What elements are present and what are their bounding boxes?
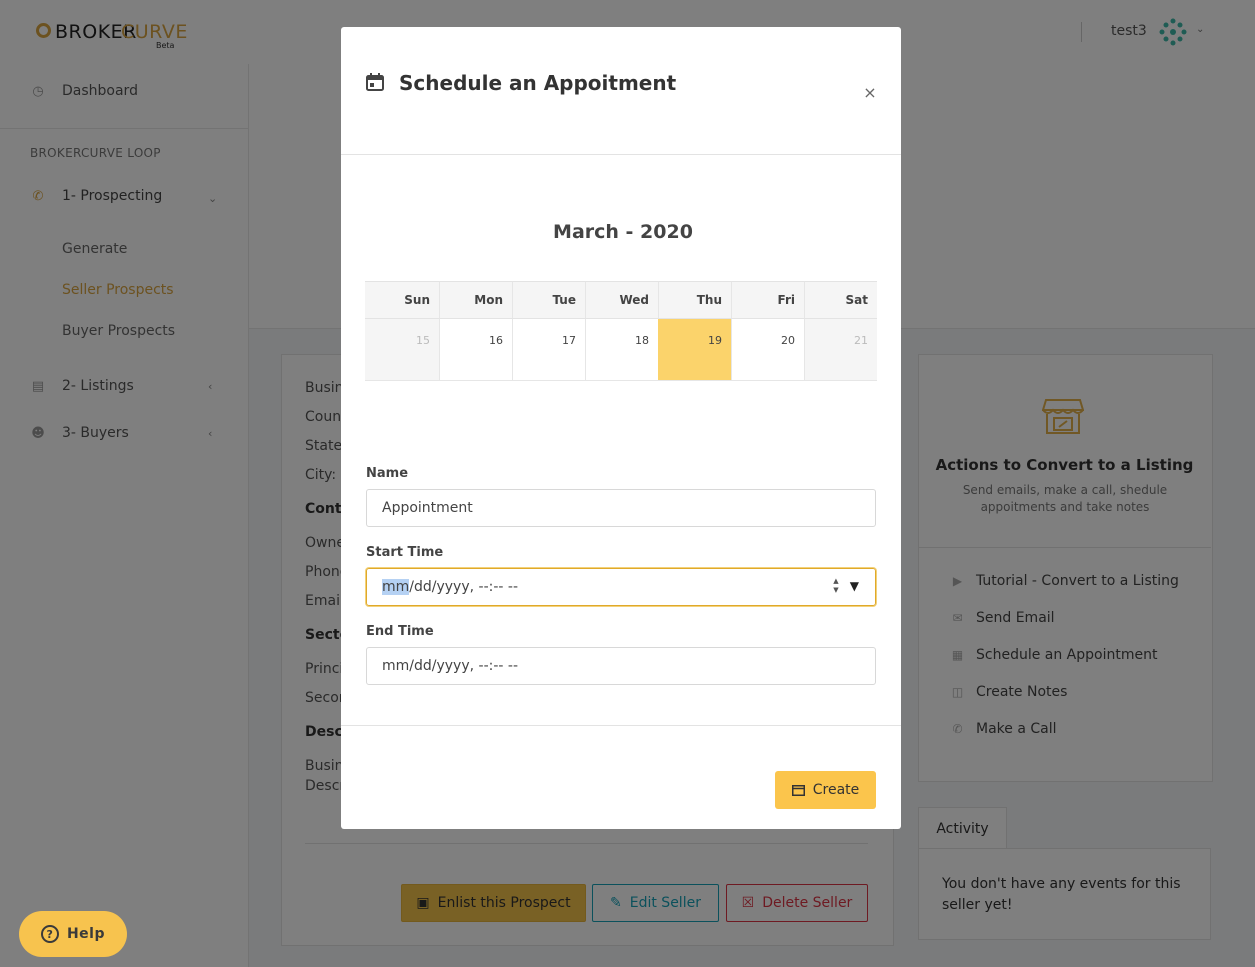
name-label: Name: [366, 466, 409, 481]
weekday-header: Thu: [658, 281, 731, 319]
calendar-icon: [366, 73, 384, 91]
week-calendar: Sun Mon Tue Wed Thu Fri Sat 15 16 17 18 …: [365, 281, 877, 382]
close-icon[interactable]: ×: [863, 83, 877, 102]
help-label: Help: [66, 926, 106, 942]
weekday-header: Mon: [439, 281, 512, 319]
create-button[interactable]: Create: [775, 771, 876, 809]
end-time-value: mm/dd/yyyy, --:-- --: [382, 658, 519, 674]
name-input[interactable]: Appointment: [366, 489, 876, 527]
calendar-day[interactable]: 15: [365, 319, 439, 381]
calendar-day[interactable]: 16: [439, 319, 512, 381]
modal-header-divider: [341, 154, 901, 155]
calendar-month-title: March - 2020: [553, 221, 693, 243]
start-time-rest: /dd/yyyy, --:-- --: [409, 579, 519, 595]
modal-title: Schedule an Appoitment: [399, 71, 677, 95]
calendar-icon: [791, 785, 805, 796]
calendar-day[interactable]: 18: [585, 319, 658, 381]
start-time-label: Start Time: [366, 545, 444, 560]
weekday-header: Wed: [585, 281, 658, 319]
calendar-day[interactable]: 20: [731, 319, 804, 381]
dropdown-arrow-icon[interactable]: ▼: [850, 579, 859, 593]
schedule-appointment-modal: Schedule an Appoitment × March - 2020 Su…: [341, 27, 901, 829]
name-input-value: Appointment: [382, 500, 473, 516]
calendar-day-today[interactable]: 19: [658, 319, 731, 381]
question-icon: ?: [40, 925, 59, 943]
calendar-day[interactable]: 21: [804, 319, 877, 381]
calendar-day[interactable]: 17: [512, 319, 585, 381]
weekday-header: Sun: [365, 281, 439, 319]
end-time-input[interactable]: mm/dd/yyyy, --:-- --: [366, 647, 876, 685]
weekday-header: Tue: [512, 281, 585, 319]
create-label: Create: [812, 782, 860, 798]
end-time-label: End Time: [366, 624, 434, 639]
weekday-header: Fri: [731, 281, 804, 319]
modal-footer-divider: [341, 725, 901, 726]
weekday-header: Sat: [804, 281, 877, 319]
spinner-icon[interactable]: ▲ ▼: [831, 577, 841, 597]
start-time-month-segment[interactable]: mm: [382, 579, 410, 595]
help-button[interactable]: ? Help: [19, 911, 127, 957]
start-time-input[interactable]: mm/dd/yyyy, --:-- -- ▲ ▼ ▼: [366, 568, 876, 606]
